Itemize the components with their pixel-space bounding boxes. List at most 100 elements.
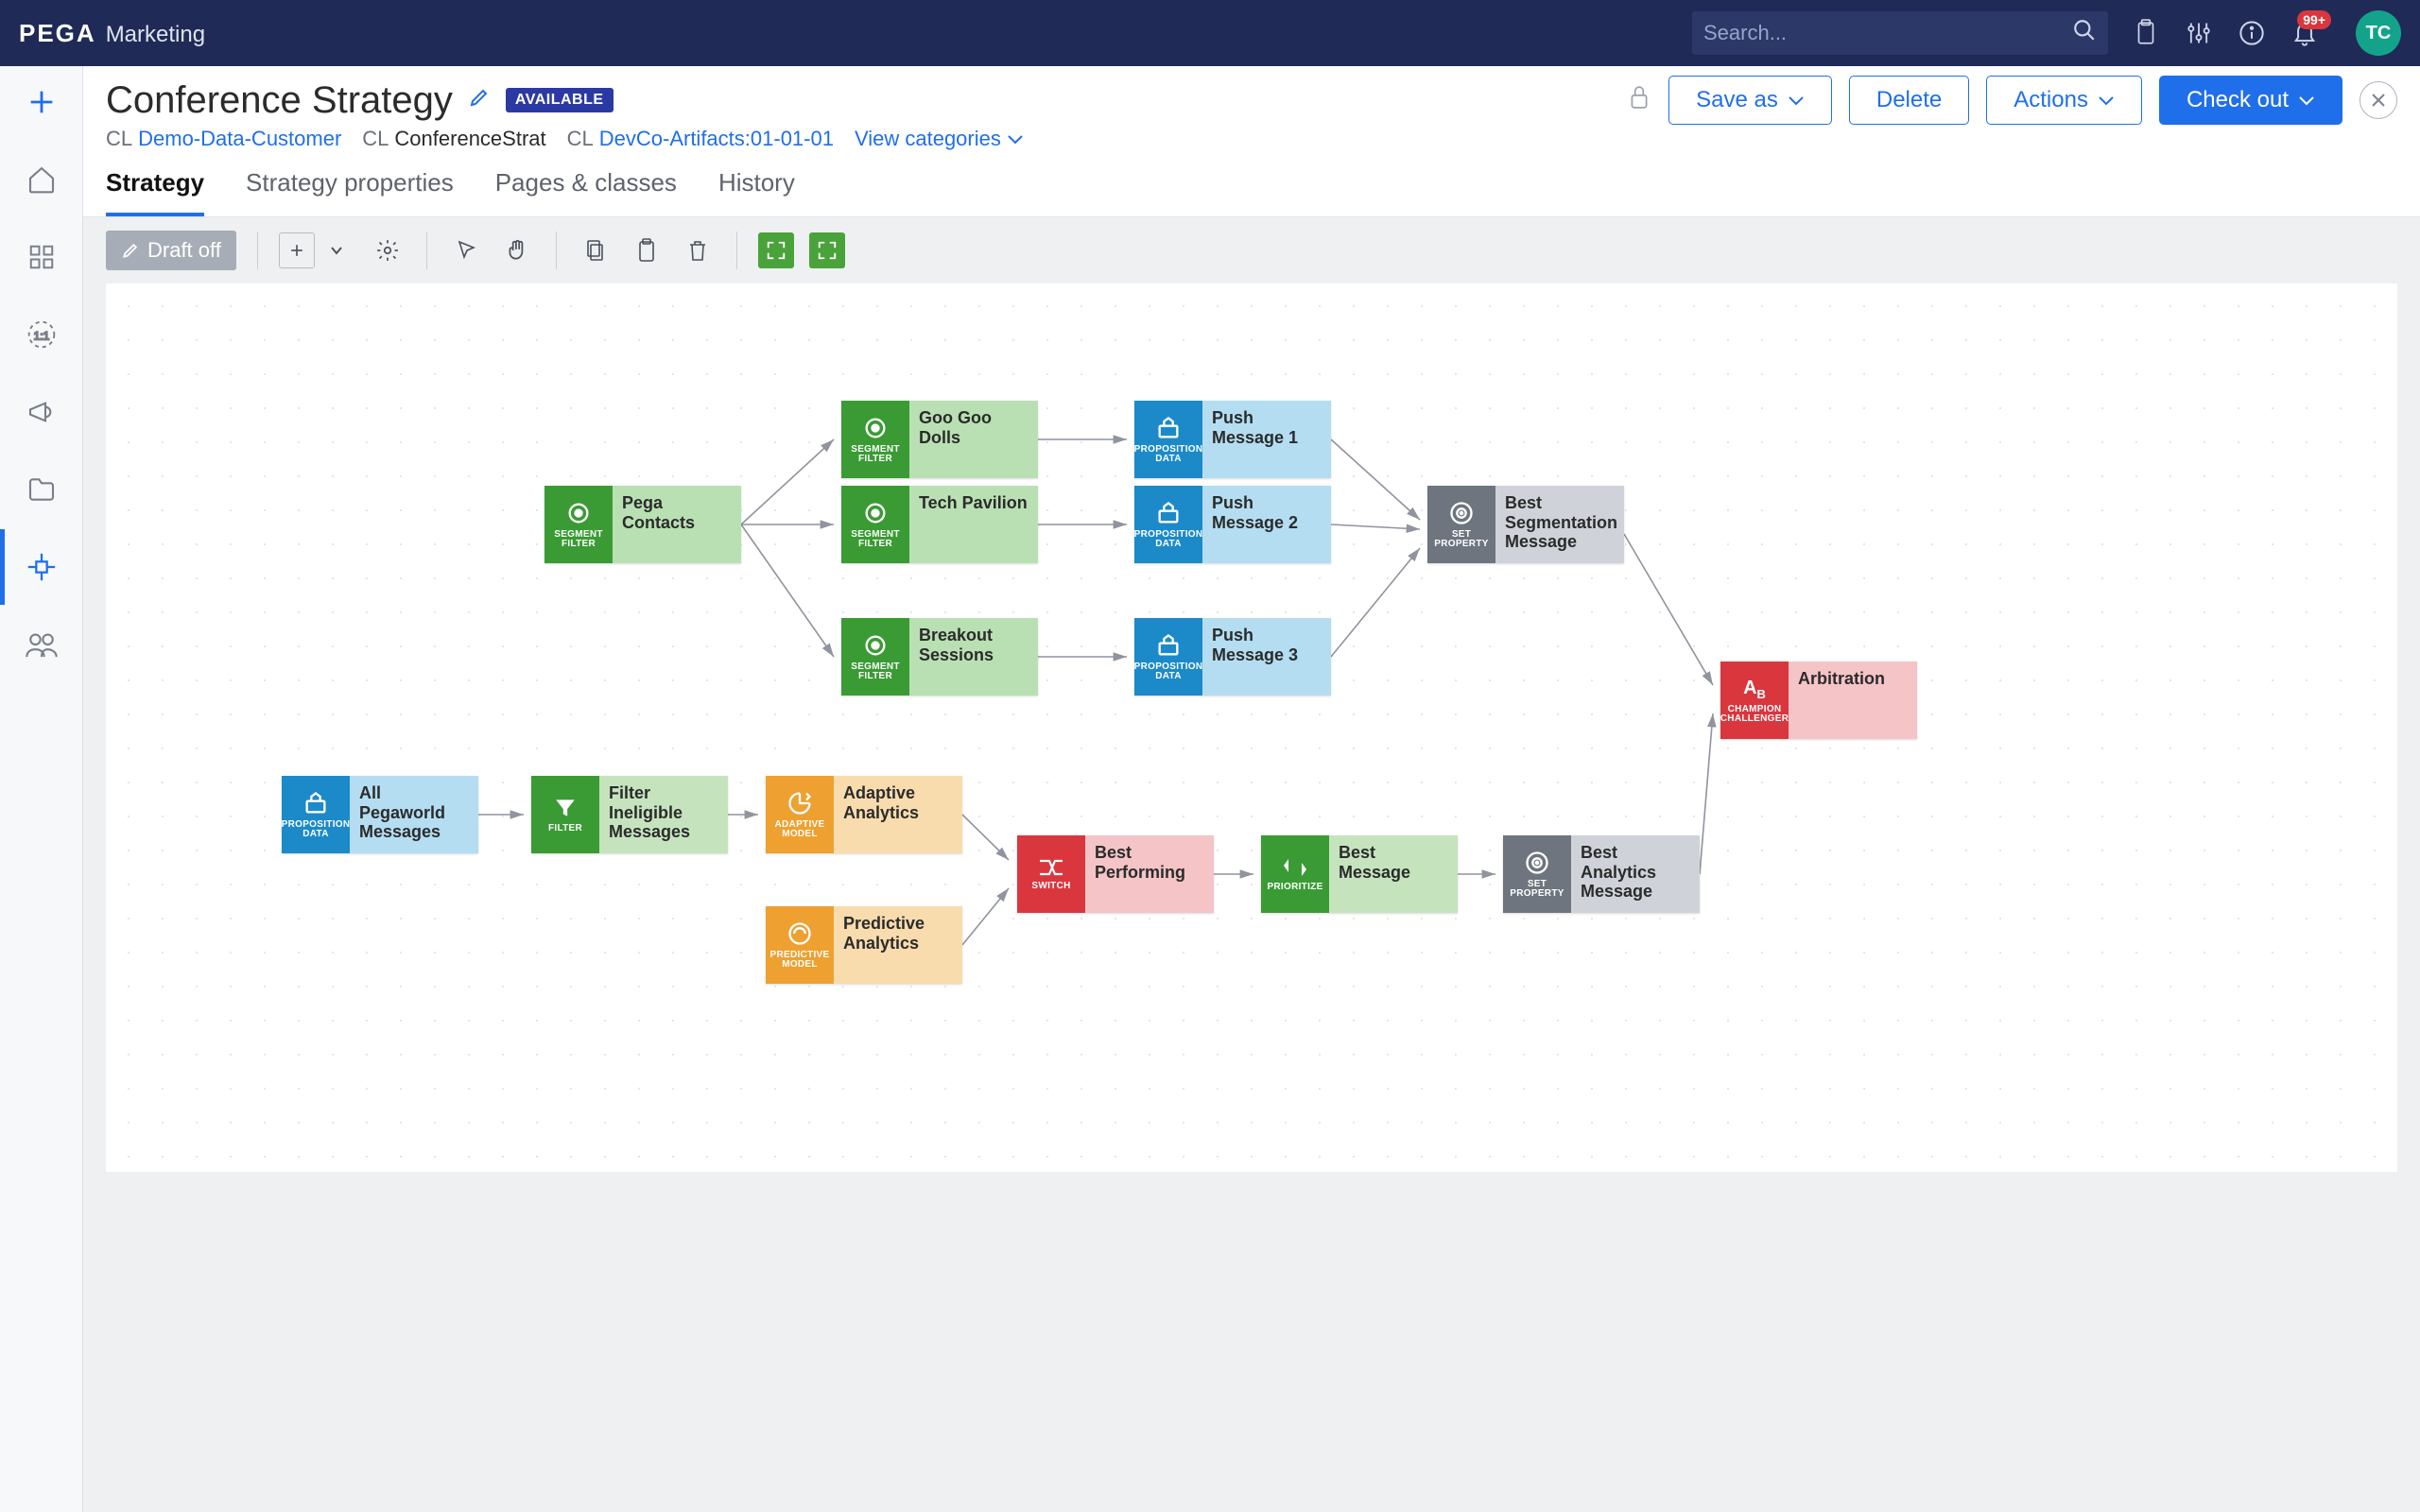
node-push-message-2[interactable]: PROPOSITION DATA Push Message 2 <box>1134 486 1331 563</box>
node-tech-pavilion[interactable]: SEGMENT FILTER Tech Pavilion <box>841 486 1038 563</box>
rail-add[interactable] <box>23 83 60 121</box>
crumb-name: ConferenceStrat <box>394 127 545 150</box>
node-label: Best Analytics Message <box>1571 835 1700 913</box>
node-sublabel: SEGMENT FILTER <box>544 530 613 549</box>
node-label: Adaptive Analytics <box>834 776 962 853</box>
tab-strategy[interactable]: Strategy <box>106 168 204 216</box>
copy-icon[interactable] <box>578 232 614 268</box>
node-label: Tech Pavilion <box>909 486 1038 563</box>
node-push-message-1[interactable]: PROPOSITION DATA Push Message 1 <box>1134 401 1331 478</box>
node-sublabel: FILTER <box>548 824 582 833</box>
info-icon[interactable] <box>2237 18 2267 48</box>
status-badge: AVAILABLE <box>506 88 614 112</box>
tab-history[interactable]: History <box>718 168 795 216</box>
settings-icon[interactable] <box>370 232 406 268</box>
node-sublabel: PROPOSITION DATA <box>1134 445 1203 464</box>
avatar[interactable]: TC <box>2356 10 2401 56</box>
zoom-expand-button[interactable] <box>809 232 845 268</box>
rail-files[interactable] <box>23 471 60 508</box>
node-best-message[interactable]: PRIORITIZE Best Message <box>1261 835 1458 913</box>
view-categories-link[interactable]: View categories <box>855 127 1024 151</box>
rail-home[interactable] <box>23 161 60 198</box>
node-all-pegaworld[interactable]: PROPOSITION DATA All Pegaworld Messages <box>282 776 478 853</box>
pan-tool[interactable] <box>499 232 535 268</box>
node-sublabel: SWITCH <box>1031 882 1070 891</box>
node-sublabel: ADAPTIVE MODEL <box>766 820 834 839</box>
node-label: Pega Contacts <box>613 486 741 563</box>
node-label: Breakout Sessions <box>909 618 1038 696</box>
node-label: Predictive Analytics <box>834 906 962 984</box>
node-arbitration[interactable]: ABCHAMPION CHALLENGER Arbitration <box>1720 662 1917 739</box>
crumb-artifact-link[interactable]: DevCo-Artifacts:01-01-01 <box>599 127 834 150</box>
brand: PEGA Marketing <box>19 19 205 48</box>
strategy-canvas[interactable]: SEGMENT FILTER Pega Contacts SEGMENT FIL… <box>106 284 2397 1172</box>
node-pega-contacts[interactable]: SEGMENT FILTER Pega Contacts <box>544 486 741 563</box>
canvas-toolbar: Draft off <box>83 217 2420 284</box>
pointer-tool[interactable] <box>448 232 484 268</box>
breadcrumbs: CLDemo-Data-Customer CLConferenceStrat C… <box>106 127 2397 151</box>
brand-product: Marketing <box>106 22 205 48</box>
tab-strategy-properties[interactable]: Strategy properties <box>246 168 454 216</box>
check-out-label: Check out <box>2187 87 2289 113</box>
search-input[interactable] <box>1703 21 2072 45</box>
node-sublabel: PROPOSITION DATA <box>1134 530 1203 549</box>
delete-button[interactable]: Delete <box>1849 76 1969 125</box>
draft-label: Draft off <box>147 238 221 263</box>
rail-interactions[interactable]: 1:1 <box>23 316 60 353</box>
brand-logo: PEGA <box>19 19 96 48</box>
global-search[interactable] <box>1692 11 2108 55</box>
top-navbar: PEGA Marketing 99+ TC <box>0 0 2420 66</box>
node-filter-ineligible[interactable]: FILTER Filter Ineligible Messages <box>531 776 728 853</box>
canvas-wrapper: SEGMENT FILTER Pega Contacts SEGMENT FIL… <box>83 284 2420 1512</box>
add-component-button[interactable] <box>279 232 315 268</box>
rail-campaigns[interactable] <box>23 393 60 431</box>
node-push-message-3[interactable]: PROPOSITION DATA Push Message 3 <box>1134 618 1331 696</box>
node-sublabel: PROPOSITION DATA <box>1134 662 1203 681</box>
tab-bar: Strategy Strategy properties Pages & cla… <box>106 168 2397 216</box>
node-label: Push Message 2 <box>1202 486 1331 563</box>
node-predictive-analytics[interactable]: PREDICTIVE MODEL Predictive Analytics <box>766 906 962 984</box>
node-label: Best Performing <box>1085 835 1214 913</box>
rail-audiences[interactable] <box>23 626 60 663</box>
crumb-label-1: CL <box>106 127 132 150</box>
left-rail: 1:1 <box>0 66 83 1512</box>
node-sublabel: SEGMENT FILTER <box>841 662 909 681</box>
paste-icon[interactable] <box>629 232 665 268</box>
rail-strategies[interactable] <box>23 548 60 586</box>
node-best-analytics[interactable]: SET PROPERTY Best Analytics Message <box>1503 835 1700 913</box>
node-breakout-sessions[interactable]: SEGMENT FILTER Breakout Sessions <box>841 618 1038 696</box>
crumb-label-3: CL <box>567 127 594 150</box>
node-label: Push Message 1 <box>1202 401 1331 478</box>
rail-grid[interactable] <box>23 238 60 276</box>
node-best-segmentation[interactable]: SET PROPERTY Best Segmentation Message <box>1427 486 1624 563</box>
svg-text:1:1: 1:1 <box>33 329 49 342</box>
node-sublabel: PREDICTIVE MODEL <box>766 951 834 970</box>
delete-icon[interactable] <box>680 232 716 268</box>
crumb-label-2: CL <box>362 127 389 150</box>
page-title: Conference Strategy <box>106 79 453 122</box>
save-as-button[interactable]: Save as <box>1668 76 1832 125</box>
node-sublabel: SET PROPERTY <box>1427 530 1495 549</box>
delete-label: Delete <box>1876 87 1942 113</box>
tab-pages-classes[interactable]: Pages & classes <box>495 168 677 216</box>
draft-toggle[interactable]: Draft off <box>106 231 236 270</box>
node-label: Best Message <box>1329 835 1458 913</box>
actions-button[interactable]: Actions <box>1986 76 2142 125</box>
node-sublabel: SEGMENT FILTER <box>841 530 909 549</box>
bell-icon[interactable]: 99+ <box>2290 18 2320 48</box>
topbar-icons: 99+ TC <box>2131 10 2401 56</box>
clipboard-icon[interactable] <box>2131 18 2161 48</box>
check-out-button[interactable]: Check out <box>2159 76 2342 125</box>
node-label: All Pegaworld Messages <box>350 776 478 853</box>
save-as-label: Save as <box>1696 87 1778 113</box>
node-adaptive-analytics[interactable]: ADAPTIVE MODEL Adaptive Analytics <box>766 776 962 853</box>
search-icon[interactable] <box>2072 18 2097 48</box>
close-button[interactable] <box>2360 81 2397 119</box>
node-best-performing[interactable]: SWITCH Best Performing <box>1017 835 1214 913</box>
add-component-dropdown[interactable] <box>319 232 354 268</box>
sliders-icon[interactable] <box>2184 18 2214 48</box>
zoom-fit-button[interactable] <box>758 232 794 268</box>
edit-title-icon[interactable] <box>468 86 491 114</box>
crumb-class-link[interactable]: Demo-Data-Customer <box>138 127 341 150</box>
node-googoo-dolls[interactable]: SEGMENT FILTER Goo Goo Dolls <box>841 401 1038 478</box>
